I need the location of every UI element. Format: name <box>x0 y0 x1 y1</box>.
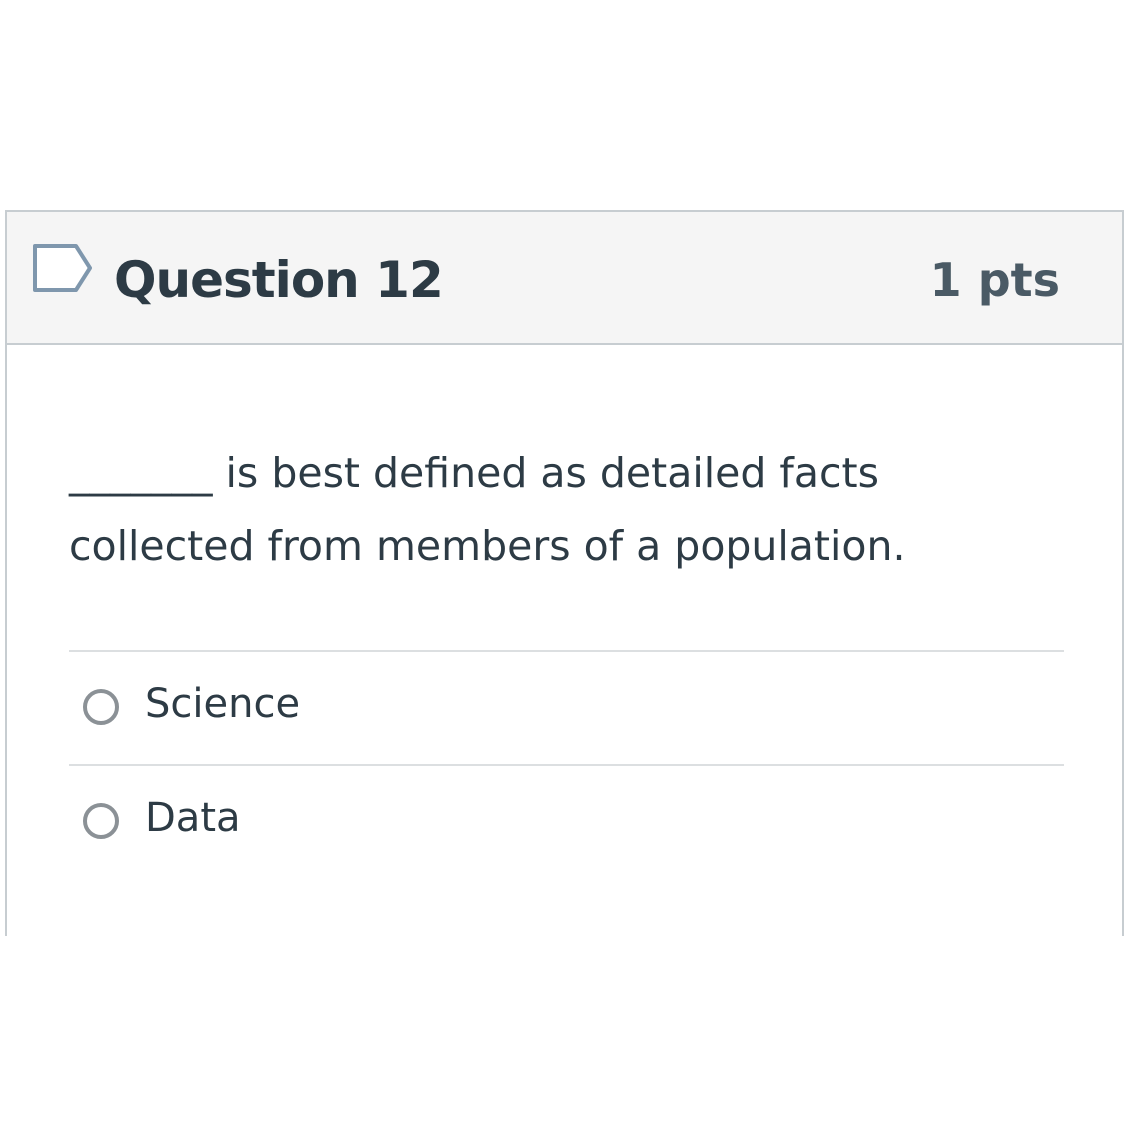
question-points: 1 pts <box>929 253 1060 307</box>
answer-label-science[interactable]: Science <box>145 676 300 732</box>
answer-option-data[interactable]: Data <box>69 764 1064 878</box>
question-title: Question 12 <box>114 251 444 309</box>
question-card: Question 12 1 pts _______ is best define… <box>5 210 1124 936</box>
radio-button-data[interactable] <box>83 803 119 839</box>
question-text: _______ is best defined as detailed fact… <box>69 449 906 570</box>
answer-option-science[interactable]: Science <box>69 650 1064 764</box>
answer-label-data[interactable]: Data <box>145 790 241 846</box>
radio-button-science[interactable] <box>83 689 119 725</box>
question-header: Question 12 1 pts <box>7 212 1122 345</box>
flag-icon[interactable] <box>32 243 94 293</box>
